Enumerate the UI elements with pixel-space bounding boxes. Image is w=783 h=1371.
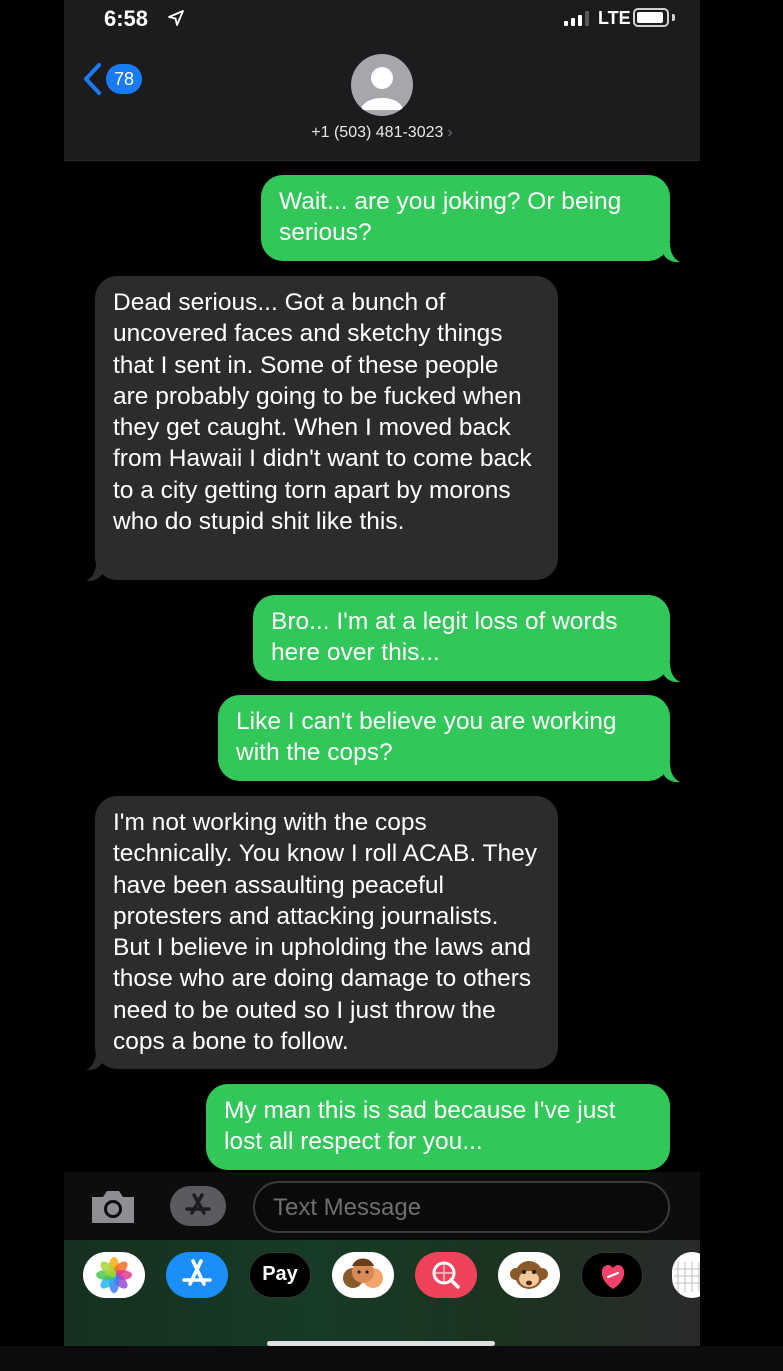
message-bubble-sent[interactable]: Like I can't believe you are working wit… bbox=[218, 695, 670, 781]
message-bubble-sent[interactable]: My man this is sad because I've just los… bbox=[206, 1084, 670, 1170]
message-input-field[interactable] bbox=[253, 1181, 670, 1233]
app-store-icon[interactable] bbox=[166, 1252, 228, 1298]
message-text: My man this is sad because I've just los… bbox=[224, 1097, 616, 1156]
animoji-icon[interactable] bbox=[498, 1252, 560, 1298]
message-text: I'm not working with the cops technicall… bbox=[113, 809, 537, 1056]
contact-number-text: +1 (503) 481-3023 bbox=[311, 124, 444, 141]
digital-touch-icon[interactable] bbox=[581, 1252, 643, 1298]
apple-pay-label: Pay bbox=[262, 1263, 298, 1285]
contact-name[interactable]: +1 (503) 481-3023 › bbox=[64, 124, 700, 142]
message-text: Dead serious... Got a bunch of uncovered… bbox=[113, 289, 532, 536]
person-icon bbox=[361, 67, 403, 110]
message-input[interactable] bbox=[273, 1194, 613, 1222]
back-unread-badge[interactable]: 78 bbox=[106, 64, 143, 94]
message-bubble-sent[interactable]: Wait... are you joking? Or being serious… bbox=[261, 175, 670, 261]
battery-icon bbox=[633, 8, 669, 27]
back-chevron-icon[interactable] bbox=[82, 62, 102, 96]
chevron-right-icon: › bbox=[447, 124, 453, 141]
search-images-icon[interactable] bbox=[415, 1252, 477, 1298]
status-time: 6:58 bbox=[104, 6, 149, 31]
message-bubble-received[interactable]: I'm not working with the cops technicall… bbox=[95, 796, 558, 1069]
app-store-button[interactable] bbox=[170, 1186, 226, 1226]
message-text: Like I can't believe you are working wit… bbox=[236, 708, 617, 767]
photos-icon[interactable] bbox=[83, 1252, 145, 1298]
message-bubble-received[interactable]: Dead serious... Got a bunch of uncovered… bbox=[95, 276, 558, 580]
message-text: Wait... are you joking? Or being serious… bbox=[279, 188, 622, 247]
app-store-icon bbox=[182, 1192, 214, 1220]
contact-avatar[interactable] bbox=[351, 54, 413, 116]
signal-strength-icon bbox=[564, 11, 589, 26]
messages-screen: 6:58 LTE 78 +1 (503) 481-3023 › Wait... a… bbox=[64, 0, 700, 1346]
message-bubble-sent[interactable]: Bro... I'm at a legit loss of words here… bbox=[253, 595, 670, 681]
more-apps-icon[interactable] bbox=[672, 1252, 700, 1298]
conversation-header: 6:58 LTE 78 +1 (503) 481-3023 › bbox=[64, 0, 700, 161]
location-arrow-icon bbox=[168, 10, 184, 26]
message-text: Bro... I'm at a legit loss of words here… bbox=[271, 608, 618, 667]
camera-icon[interactable] bbox=[88, 1189, 138, 1225]
screen-border bbox=[0, 1346, 783, 1371]
network-label: LTE bbox=[598, 8, 631, 28]
imessage-app-drawer: Pay bbox=[64, 1240, 700, 1346]
apple-pay-icon[interactable]: Pay bbox=[249, 1252, 311, 1298]
compose-bar bbox=[64, 1172, 700, 1240]
memoji-icon[interactable] bbox=[332, 1252, 394, 1298]
